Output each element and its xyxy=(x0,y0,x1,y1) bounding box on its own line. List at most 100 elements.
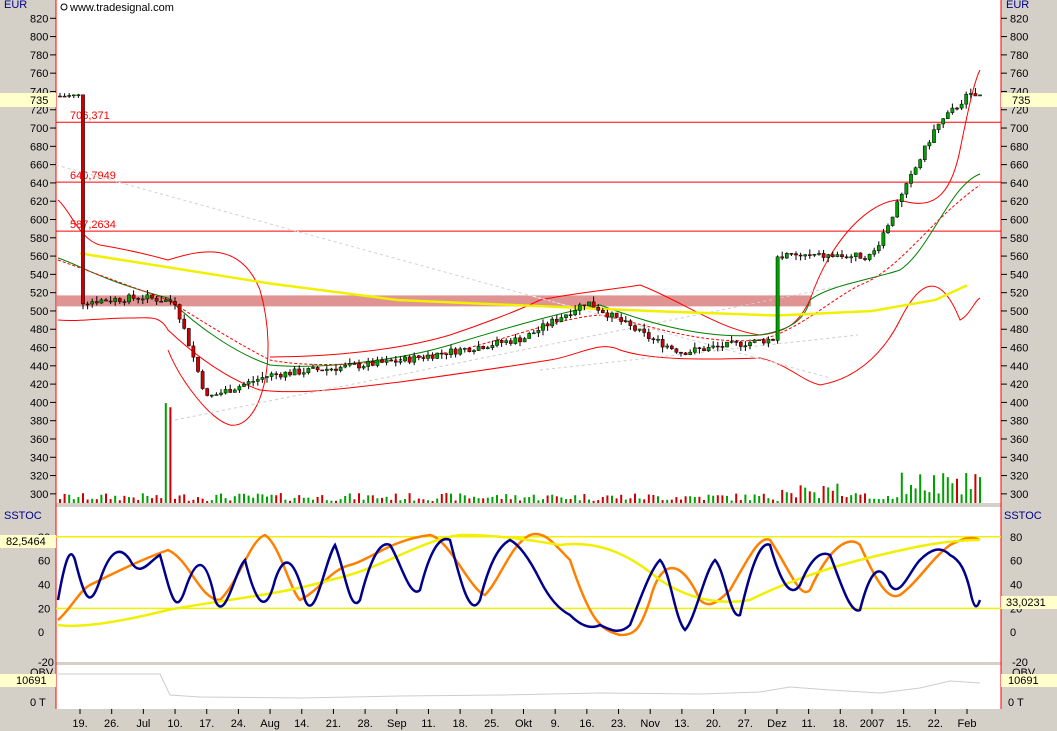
candle-body xyxy=(421,357,426,359)
candle-body xyxy=(76,94,81,97)
volume-bar xyxy=(151,498,153,503)
candle-body xyxy=(177,304,182,320)
candle-body xyxy=(283,371,288,378)
volume-bar xyxy=(601,497,604,503)
price-tick-label: 600 xyxy=(30,214,48,226)
price-tick-label: 580 xyxy=(30,233,48,245)
price-tick-label: 440 xyxy=(1010,361,1028,373)
volume-bar xyxy=(933,475,935,503)
volume-bar xyxy=(459,493,462,503)
candle-body xyxy=(518,337,522,343)
volume-bar xyxy=(772,499,774,503)
volume-bar xyxy=(220,493,222,503)
candle-body xyxy=(251,381,256,383)
candle-body xyxy=(246,381,251,385)
candle-body xyxy=(964,93,969,105)
volume-bar xyxy=(643,499,646,503)
volume-bar xyxy=(652,494,655,503)
candle-body xyxy=(784,253,789,259)
candle-body xyxy=(550,318,555,327)
candle-body xyxy=(481,346,486,349)
volume-bar xyxy=(735,493,738,503)
volume-bar xyxy=(187,500,190,503)
price-tick-label: 340 xyxy=(30,452,48,464)
volume-bar xyxy=(896,497,899,503)
volume-bar xyxy=(174,498,176,503)
volume-bar xyxy=(431,500,434,503)
volume-bar xyxy=(63,493,66,503)
volume-bar xyxy=(923,490,926,503)
candle-body xyxy=(297,368,302,375)
candle-body xyxy=(522,338,527,343)
volume-bar xyxy=(243,493,245,503)
date-label: Okt xyxy=(515,718,532,730)
date-label: 23. xyxy=(611,718,626,730)
candle-body xyxy=(154,297,159,302)
candle-body xyxy=(872,250,877,255)
candle-body xyxy=(619,317,624,322)
volume-bar xyxy=(684,496,687,503)
price-tick-label: 500 xyxy=(1010,306,1028,318)
price-tick-label: 620 xyxy=(1010,196,1028,208)
stoch-title-right: SSTOC xyxy=(1004,510,1042,522)
volume-bar xyxy=(542,499,544,503)
candle-body xyxy=(545,323,550,327)
volume-bar xyxy=(256,493,259,503)
candle-body xyxy=(936,123,941,130)
volume-bar xyxy=(638,498,641,503)
candle-body xyxy=(329,368,334,371)
candle-body xyxy=(697,347,702,349)
price-tick-label: 320 xyxy=(1010,471,1028,483)
candle-body xyxy=(743,345,748,347)
volume-bar xyxy=(910,484,912,503)
volume-bar xyxy=(739,499,742,503)
volume-bar xyxy=(261,494,264,503)
date-label: 2007 xyxy=(860,718,884,730)
volume-bar xyxy=(905,494,908,503)
candle-body xyxy=(237,386,242,391)
date-label: Sep xyxy=(387,718,407,730)
date-label: 11. xyxy=(801,718,815,730)
candle-body xyxy=(62,95,67,98)
volume-bar xyxy=(252,497,255,503)
volume-bar xyxy=(206,500,209,503)
candle-body xyxy=(559,317,564,322)
volume-bar xyxy=(321,495,324,503)
volume-bar xyxy=(831,490,834,503)
candle-body xyxy=(527,333,532,339)
volume-bar xyxy=(399,500,402,503)
volume-bar xyxy=(951,483,954,503)
volume-bar xyxy=(463,495,466,503)
price-tick-label: 360 xyxy=(1010,434,1028,446)
price-tick-label: 380 xyxy=(1010,416,1028,428)
candle-body xyxy=(196,356,200,372)
volume-bar xyxy=(450,493,452,503)
candle-body xyxy=(81,94,85,305)
volume-bar xyxy=(969,489,972,503)
candle-body xyxy=(274,373,279,375)
volume-bar xyxy=(813,492,816,503)
volume-bar xyxy=(491,496,494,503)
volume-bar xyxy=(155,495,158,503)
volume-bar xyxy=(215,494,218,503)
candle-body xyxy=(513,337,518,344)
candle-body xyxy=(531,332,536,335)
volume-bar xyxy=(390,499,393,503)
stoch-tick-label: 0 xyxy=(1010,627,1016,639)
date-label: 26. xyxy=(104,718,119,730)
volume-bar xyxy=(367,495,370,503)
candle-body xyxy=(729,341,734,343)
volume-bar xyxy=(578,500,581,503)
date-label: 16. xyxy=(579,718,594,730)
candle-body xyxy=(186,328,191,347)
volume-bar xyxy=(620,494,623,503)
date-label: 19. xyxy=(72,718,87,730)
candle-body xyxy=(646,332,651,339)
price-tick-label: 420 xyxy=(1010,379,1028,391)
candle-body xyxy=(564,314,568,318)
obv-zero-right: 0 T xyxy=(1008,697,1024,709)
volume-bar xyxy=(647,494,650,503)
volume-bar xyxy=(118,500,121,503)
candle-body xyxy=(725,341,729,348)
candle-body xyxy=(881,232,886,246)
